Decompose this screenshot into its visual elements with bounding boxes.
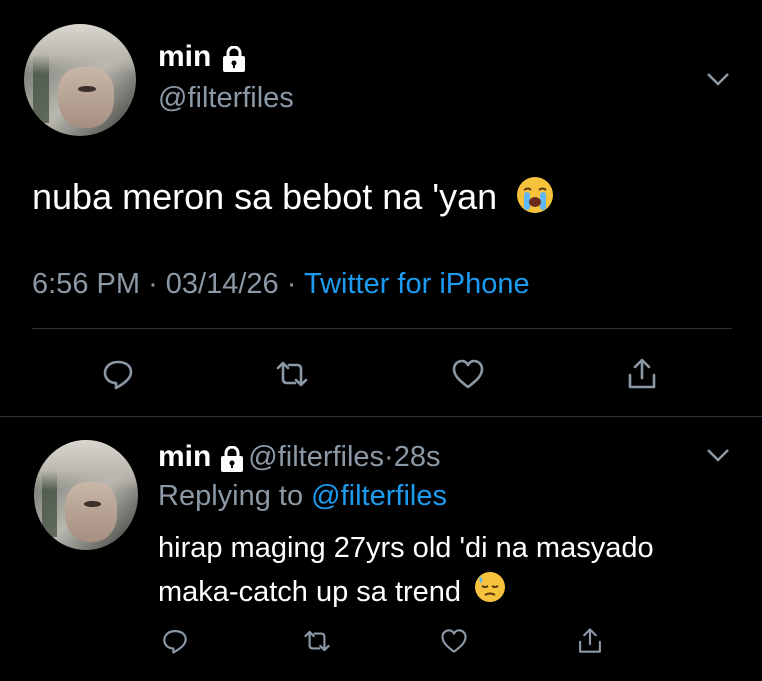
reply-author-handle[interactable]: @filterfiles [248, 441, 384, 473]
tweet-text: nuba meron sa bebot na 'yan [32, 175, 555, 224]
retweet-button[interactable] [272, 354, 312, 394]
replying-to: Replying to @filterfiles [158, 480, 447, 512]
loudly-crying-face-icon [515, 175, 555, 224]
retweet-button[interactable] [300, 624, 334, 658]
share-icon [579, 628, 601, 653]
reply-icon [103, 360, 133, 390]
reply-icon [163, 630, 187, 654]
tweet-source-link[interactable]: Twitter for iPhone [304, 268, 530, 300]
reply-author-name[interactable]: min [158, 440, 211, 473]
share-icon [628, 358, 656, 389]
reply-text: hirap maging 27yrs old 'di na masyado ma… [158, 527, 748, 617]
lock-icon [222, 45, 246, 77]
divider [0, 416, 762, 417]
like-icon [452, 359, 484, 389]
like-icon [441, 629, 467, 653]
lock-icon [220, 445, 244, 477]
author-name[interactable]: min [158, 40, 211, 73]
reply-button[interactable] [158, 624, 192, 658]
replying-to-handle-link[interactable]: @filterfiles [311, 480, 447, 512]
divider [32, 328, 732, 329]
downcast-face-with-sweat-icon [473, 570, 507, 617]
reply-button[interactable] [98, 354, 138, 394]
reply-header: min @filterfiles·28s [158, 440, 440, 477]
tweet-time: 6:56 PM [32, 268, 140, 300]
like-button[interactable] [437, 624, 471, 658]
author-handle[interactable]: @filterfiles [158, 82, 294, 115]
share-button[interactable] [573, 624, 607, 658]
reply-age: 28s [393, 441, 441, 473]
retweet-icon [276, 361, 308, 387]
tweet-date: 03/14/26 [165, 268, 279, 300]
like-button[interactable] [448, 354, 488, 394]
share-button[interactable] [622, 354, 662, 394]
tweet-menu-chevron-icon[interactable] [706, 72, 730, 91]
reply-avatar[interactable] [34, 440, 138, 550]
reply-menu-chevron-icon[interactable] [706, 448, 730, 467]
retweet-icon [304, 630, 330, 652]
tweet-meta: 6:56 PM · 03/14/26 · Twitter for iPhone [32, 268, 530, 300]
author-row: min [158, 40, 246, 77]
avatar[interactable] [24, 24, 136, 136]
